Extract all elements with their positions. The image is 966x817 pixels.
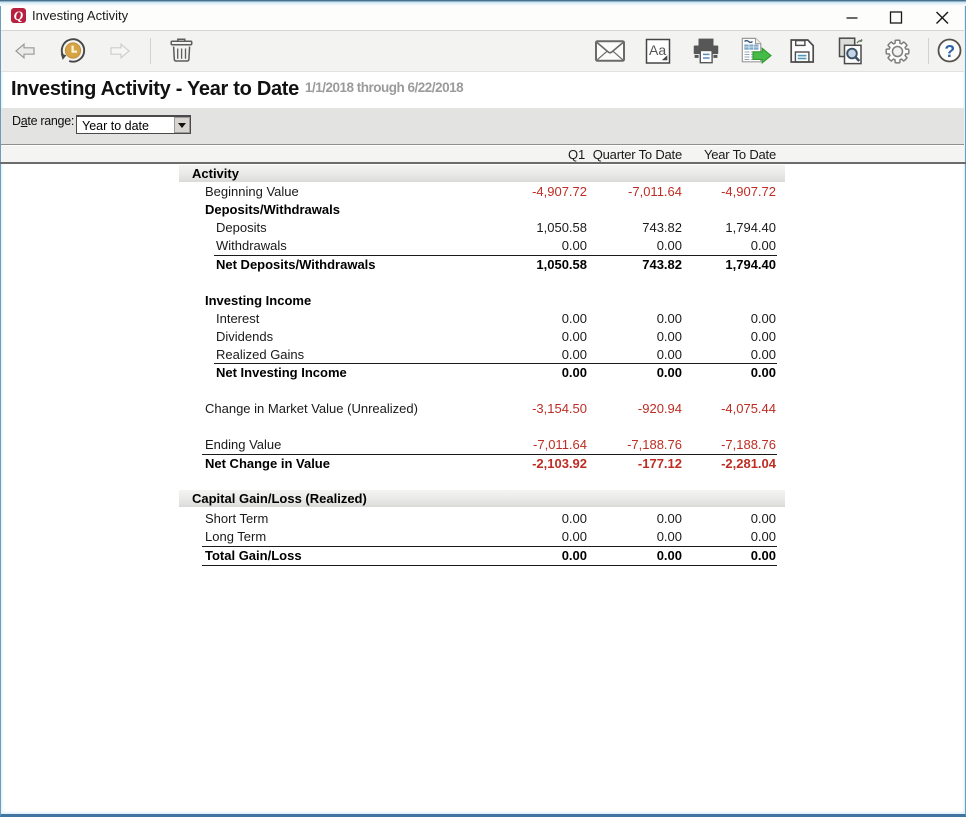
svg-text:Aa: Aa [649, 42, 666, 58]
svg-text:?: ? [944, 41, 955, 61]
